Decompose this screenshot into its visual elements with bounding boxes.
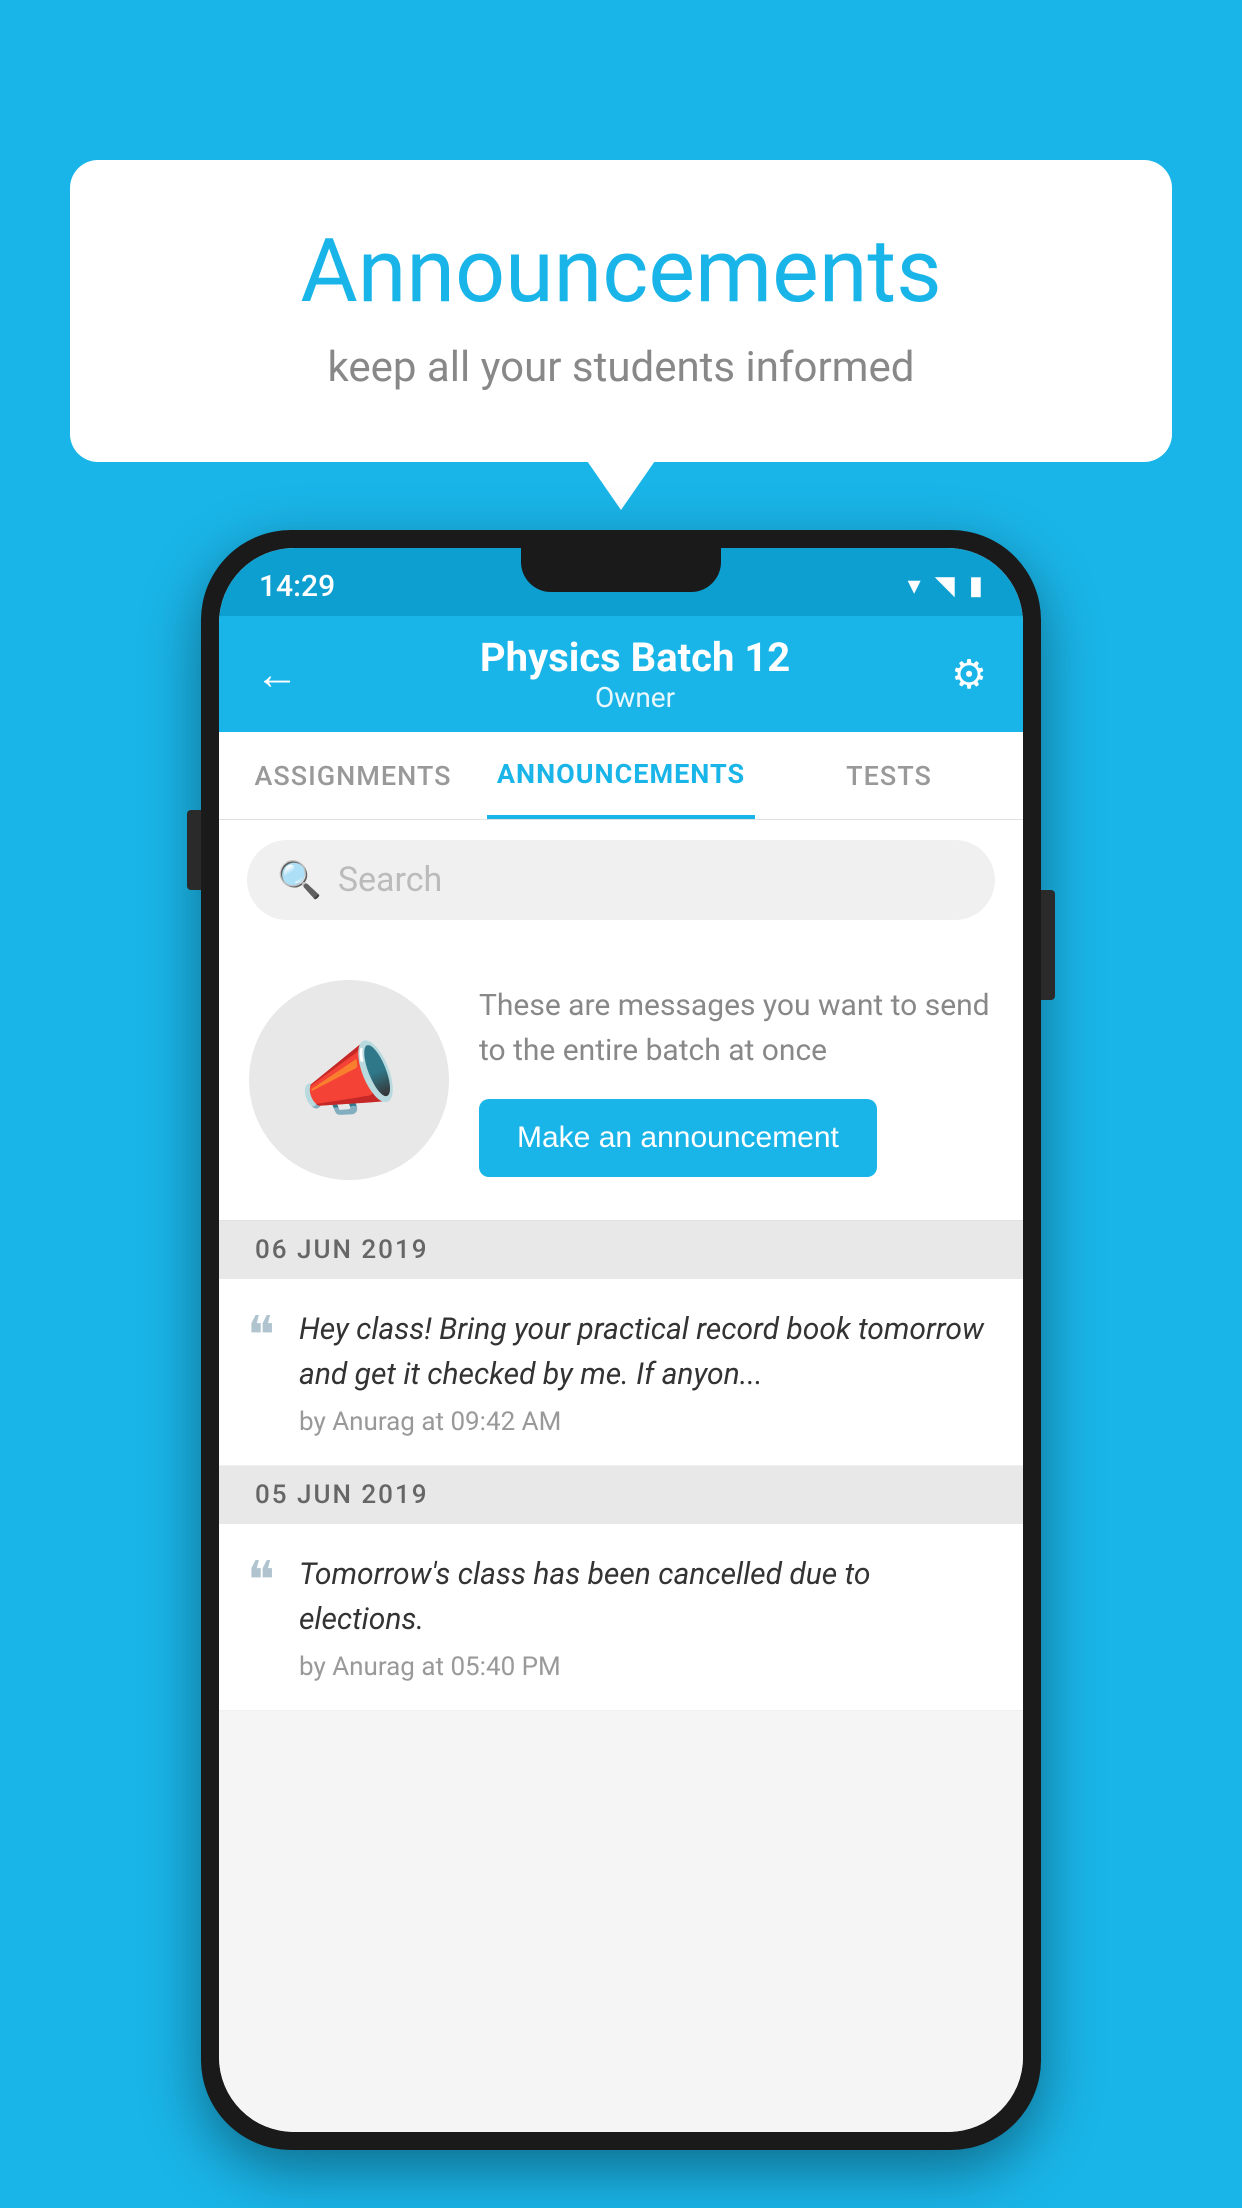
wifi-icon: ▾	[908, 571, 921, 601]
camera-notch	[521, 548, 721, 592]
app-bar-title: Physics Batch 12	[319, 634, 951, 681]
search-icon: 🔍	[277, 859, 322, 901]
announcement-item-2[interactable]: ❝ Tomorrow's class has been cancelled du…	[219, 1524, 1023, 1711]
phone-screen: 14:29 ▾ ◥ ▮ ← Physics Batch 12 Owner ⚙ A…	[219, 548, 1023, 2132]
app-bar-center: Physics Batch 12 Owner	[319, 634, 951, 714]
tab-assignments[interactable]: ASSIGNMENTS	[219, 732, 487, 819]
prompt-message: These are messages you want to send to t…	[479, 983, 993, 1073]
announcement-text-1: Hey class! Bring your practical record b…	[299, 1307, 995, 1397]
status-time: 14:29	[259, 569, 335, 604]
quote-icon-1: ❝	[247, 1311, 275, 1363]
app-bar-subtitle: Owner	[319, 681, 951, 714]
settings-button[interactable]: ⚙	[951, 651, 987, 698]
announcement-content-1: Hey class! Bring your practical record b…	[299, 1307, 995, 1437]
bubble-subtitle: keep all your students informed	[150, 343, 1092, 392]
announcement-text-2: Tomorrow's class has been cancelled due …	[299, 1552, 995, 1642]
phone-mockup: 14:29 ▾ ◥ ▮ ← Physics Batch 12 Owner ⚙ A…	[201, 530, 1041, 2150]
prompt-content: These are messages you want to send to t…	[479, 983, 993, 1177]
date-label-1: 06 JUN 2019	[255, 1235, 429, 1265]
power-button-right	[1041, 890, 1055, 1000]
make-announcement-button[interactable]: Make an announcement	[479, 1099, 877, 1177]
status-icons: ▾ ◥ ▮	[908, 571, 983, 601]
megaphone-icon: 📣	[299, 1033, 399, 1127]
search-placeholder: Search	[338, 860, 442, 900]
date-divider-2: 05 JUN 2019	[219, 1466, 1023, 1524]
volume-button-left	[187, 810, 201, 890]
bubble-title: Announcements	[150, 220, 1092, 323]
tab-announcements[interactable]: ANNOUNCEMENTS	[487, 732, 755, 819]
quote-icon-2: ❝	[247, 1556, 275, 1608]
megaphone-circle: 📣	[249, 980, 449, 1180]
signal-icon: ◥	[935, 571, 955, 601]
announcement-author-2: by Anurag at 05:40 PM	[299, 1652, 995, 1682]
announcement-prompt: 📣 These are messages you want to send to…	[219, 940, 1023, 1221]
tab-tests[interactable]: TESTS	[755, 732, 1023, 819]
date-divider-1: 06 JUN 2019	[219, 1221, 1023, 1279]
date-label-2: 05 JUN 2019	[255, 1480, 429, 1510]
content-area: 🔍 Search 📣 These are messages you want t…	[219, 820, 1023, 2132]
search-input-container[interactable]: 🔍 Search	[247, 840, 995, 920]
tab-bar: ASSIGNMENTS ANNOUNCEMENTS TESTS	[219, 732, 1023, 820]
app-bar: ← Physics Batch 12 Owner ⚙	[219, 616, 1023, 732]
search-bar: 🔍 Search	[219, 820, 1023, 940]
announcement-content-2: Tomorrow's class has been cancelled due …	[299, 1552, 995, 1682]
speech-bubble: Announcements keep all your students inf…	[70, 160, 1172, 462]
announcement-author-1: by Anurag at 09:42 AM	[299, 1407, 995, 1437]
back-button[interactable]: ←	[255, 648, 299, 700]
announcement-item-1[interactable]: ❝ Hey class! Bring your practical record…	[219, 1279, 1023, 1466]
battery-icon: ▮	[969, 571, 983, 601]
